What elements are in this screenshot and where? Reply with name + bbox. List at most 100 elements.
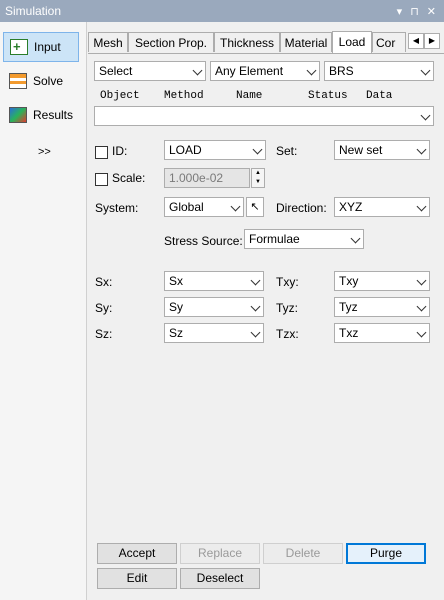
sz-dropdown[interactable]: Sz xyxy=(164,323,264,343)
sx-label: Sx: xyxy=(95,275,113,289)
delete-button[interactable]: Delete xyxy=(263,543,343,564)
tab-cor[interactable]: Cor xyxy=(372,32,406,52)
spin-up-icon[interactable]: ▲ xyxy=(252,169,264,178)
results-icon xyxy=(9,107,27,123)
chevron-down-icon xyxy=(306,65,317,76)
tzx-dropdown[interactable]: Txz xyxy=(334,323,430,343)
system-label: System: xyxy=(95,201,139,215)
type-value: BRS xyxy=(329,64,354,78)
set-value: New set xyxy=(339,143,383,157)
deselect-button[interactable]: Deselect xyxy=(180,568,260,589)
system-dropdown[interactable]: Global xyxy=(164,197,244,217)
sidebar-item-results[interactable]: Results xyxy=(3,100,79,130)
direction-label: Direction: xyxy=(276,201,327,215)
type-dropdown[interactable]: BRS xyxy=(324,61,434,81)
tab-strip: Mesh Section Prop. Thickness Material Lo… xyxy=(88,31,444,54)
tzx-value: Txz xyxy=(339,326,359,340)
element-filter-value: Any Element xyxy=(215,64,284,78)
tab-scroll-left-icon[interactable]: ◀ xyxy=(408,33,424,49)
column-object: Object xyxy=(100,90,140,102)
set-dropdown[interactable]: New set xyxy=(334,140,430,160)
id-label: ID: xyxy=(112,144,128,158)
chevron-down-icon xyxy=(250,275,261,286)
id-checkbox[interactable] xyxy=(95,146,108,159)
column-name: Name xyxy=(236,90,263,102)
stress-source-dropdown[interactable]: Formulae xyxy=(244,229,364,249)
spin-down-icon[interactable]: ▼ xyxy=(252,178,264,187)
object-list-dropdown[interactable] xyxy=(94,106,434,126)
sidebar-item-input[interactable]: + Input xyxy=(3,32,79,62)
txy-value: Txy xyxy=(339,274,359,288)
tab-thickness[interactable]: Thickness xyxy=(214,32,280,52)
sx-dropdown[interactable]: Sx xyxy=(164,271,264,291)
purge-button[interactable]: Purge xyxy=(346,543,426,564)
select-value: Select xyxy=(99,64,133,78)
column-method: Method xyxy=(164,90,204,102)
sidebar-item-label: Results xyxy=(33,108,74,122)
set-label: Set: xyxy=(276,144,298,158)
sidebar-item-label: Input xyxy=(34,40,61,54)
stress-source-value: Formulae xyxy=(249,232,300,246)
sy-value: Sy xyxy=(169,300,184,314)
scale-value: 1.000e-02 xyxy=(169,171,224,185)
scale-label: Scale: xyxy=(112,171,146,185)
sy-dropdown[interactable]: Sy xyxy=(164,297,264,317)
pin-icon[interactable]: ⊓ xyxy=(410,5,419,18)
chevron-down-icon xyxy=(420,110,431,121)
expand-sidebar-button[interactable]: >> xyxy=(38,146,51,158)
column-status: Status xyxy=(308,90,348,102)
chevron-down-icon xyxy=(416,144,427,155)
tyz-dropdown[interactable]: Tyz xyxy=(334,297,430,317)
solve-icon xyxy=(9,73,27,89)
chevron-down-icon xyxy=(192,65,203,76)
sidebar-item-label: Solve xyxy=(33,74,64,88)
sy-label: Sy: xyxy=(95,301,113,315)
replace-button[interactable]: Replace xyxy=(180,543,260,564)
sidebar: + Input Solve Results >> xyxy=(0,22,87,600)
chevron-down-icon xyxy=(416,301,427,312)
direction-dropdown[interactable]: XYZ xyxy=(334,197,430,217)
tzx-label: Tzx: xyxy=(276,327,299,341)
tab-load[interactable]: Load xyxy=(332,31,372,53)
load-panel: Mesh Section Prop. Thickness Material Lo… xyxy=(88,22,444,600)
tab-scroll-right-icon[interactable]: ▶ xyxy=(424,33,440,49)
cursor-icon: ↖ xyxy=(250,201,260,213)
window-titlebar: Simulation ▾ ⊓ ✕ xyxy=(0,0,444,22)
txy-label: Txy: xyxy=(276,275,299,289)
window-title: Simulation xyxy=(5,4,62,18)
scale-field[interactable]: 1.000e-02 xyxy=(164,168,250,188)
edit-button[interactable]: Edit xyxy=(97,568,177,589)
chevron-down-icon xyxy=(250,327,261,338)
direction-value: XYZ xyxy=(339,200,363,214)
scale-spinner[interactable]: ▲ ▼ xyxy=(251,168,265,188)
column-data: Data xyxy=(366,90,393,102)
input-icon: + xyxy=(10,39,28,55)
tab-mesh[interactable]: Mesh xyxy=(88,32,128,52)
pick-system-button[interactable]: ↖ xyxy=(246,197,264,217)
sx-value: Sx xyxy=(169,274,184,288)
txy-dropdown[interactable]: Txy xyxy=(334,271,430,291)
id-value: LOAD xyxy=(169,143,202,157)
scale-checkbox[interactable] xyxy=(95,173,108,186)
chevron-down-icon xyxy=(250,301,261,312)
chevron-down-icon xyxy=(416,275,427,286)
chevron-down-icon xyxy=(252,144,263,155)
tab-section-prop[interactable]: Section Prop. xyxy=(128,32,214,52)
id-dropdown[interactable]: LOAD xyxy=(164,140,266,160)
sidebar-item-solve[interactable]: Solve xyxy=(3,66,79,96)
tyz-value: Tyz xyxy=(339,300,358,314)
tab-material[interactable]: Material xyxy=(280,32,332,52)
tyz-label: Tyz: xyxy=(276,301,299,315)
chevron-down-icon xyxy=(416,327,427,338)
dropdown-icon[interactable]: ▾ xyxy=(397,5,403,18)
accept-button[interactable]: Accept xyxy=(97,543,177,564)
chevron-down-icon xyxy=(416,201,427,212)
element-filter-dropdown[interactable]: Any Element xyxy=(210,61,320,81)
close-icon[interactable]: ✕ xyxy=(427,5,436,18)
stress-source-label: Stress Source: xyxy=(164,234,243,248)
sz-label: Sz: xyxy=(95,327,113,341)
chevron-down-icon xyxy=(230,201,241,212)
chevron-down-icon xyxy=(420,65,431,76)
select-dropdown[interactable]: Select xyxy=(94,61,206,81)
sz-value: Sz xyxy=(169,326,184,340)
